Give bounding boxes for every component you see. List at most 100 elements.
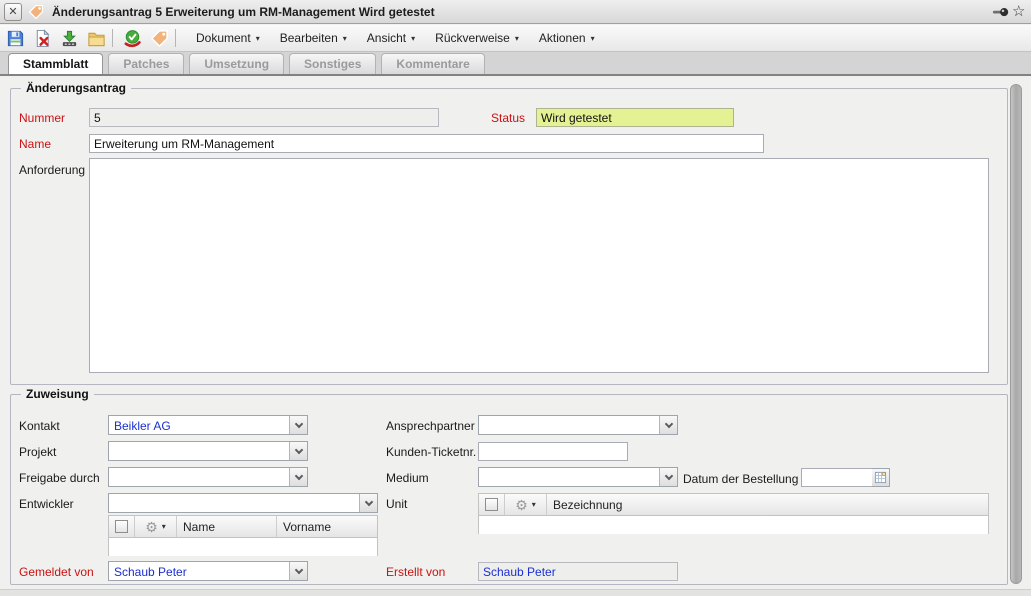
pin-icon[interactable] <box>992 4 1010 20</box>
kontakt-label: Kontakt <box>19 419 60 433</box>
table-row[interactable] <box>109 538 377 556</box>
chevron-down-icon[interactable] <box>659 416 677 434</box>
tab-umsetzung[interactable]: Umsetzung <box>189 53 284 74</box>
tab-sonstiges[interactable]: Sonstiges <box>289 53 376 74</box>
select-all-checkbox-cell[interactable] <box>479 494 505 515</box>
column-header-name[interactable]: Name <box>177 516 277 537</box>
freigabe-durch-label: Freigabe durch <box>19 471 100 485</box>
menu-bar: Dokument ▾ Bearbeiten ▾ Ansicht ▾ Rückve… <box>186 28 605 48</box>
menu-label: Bearbeiten <box>280 31 338 45</box>
kontakt-combo[interactable]: Beikler AG <box>108 415 308 435</box>
vertical-scrollbar[interactable] <box>1010 84 1022 584</box>
column-header-vorname[interactable]: Vorname <box>277 516 377 537</box>
datum-der-bestellung-field[interactable] <box>801 468 873 487</box>
open-folder-icon[interactable] <box>84 27 108 49</box>
entwickler-table-header: ⚙▾ Name Vorname <box>109 516 377 538</box>
freigabe-durch-combo[interactable] <box>108 467 308 487</box>
title-bar: ✕ Änderungsantrag 5 Erweiterung um RM-Ma… <box>0 0 1031 24</box>
datum-der-bestellung-label: Datum der Bestellung <box>683 472 798 486</box>
favorite-star-icon[interactable]: ☆ <box>1012 2 1025 20</box>
approve-icon[interactable] <box>120 27 144 49</box>
status-label: Status <box>491 111 525 125</box>
entwickler-label: Entwickler <box>19 497 74 511</box>
tag-icon[interactable] <box>147 27 171 49</box>
ansprechpartner-label: Ansprechpartner <box>386 419 475 433</box>
nummer-label: Nummer <box>19 111 65 125</box>
chevron-down-icon[interactable] <box>289 416 307 434</box>
chevron-down-icon: ▾ <box>411 34 415 43</box>
menu-bearbeiten[interactable]: Bearbeiten ▾ <box>270 28 357 48</box>
menu-label: Ansicht <box>367 31 406 45</box>
anforderung-field[interactable] <box>89 158 989 373</box>
application-window: ✕ Änderungsantrag 5 Erweiterung um RM-Ma… <box>0 0 1031 596</box>
chevron-down-icon[interactable] <box>359 494 377 512</box>
kontakt-value: Beikler AG <box>114 419 287 433</box>
entwickler-combo[interactable] <box>108 493 378 513</box>
chevron-down-icon[interactable] <box>289 442 307 460</box>
select-all-checkbox-cell[interactable] <box>109 516 135 537</box>
name-field[interactable] <box>89 134 764 153</box>
chevron-down-icon: ▾ <box>256 34 260 43</box>
table-actions-cell[interactable]: ⚙▾ <box>505 494 547 515</box>
unit-label: Unit <box>386 497 407 511</box>
medium-label: Medium <box>386 471 429 485</box>
chevron-down-icon[interactable] <box>659 468 677 486</box>
projekt-combo[interactable] <box>108 441 308 461</box>
chevron-down-icon: ▾ <box>591 34 595 43</box>
menu-aktionen[interactable]: Aktionen ▾ <box>529 28 605 48</box>
chevron-down-icon: ▾ <box>532 500 536 509</box>
gemeldet-von-combo[interactable]: Schaub Peter <box>108 561 308 581</box>
form-content: Änderungsantrag Nummer Status Name Anfor… <box>0 76 1031 596</box>
fieldset-legend: Zuweisung <box>21 387 94 401</box>
unit-table: ⚙▾ Bezeichnung <box>478 493 989 534</box>
delete-document-icon[interactable] <box>30 27 54 49</box>
unit-table-header: ⚙▾ Bezeichnung <box>479 494 988 516</box>
medium-combo[interactable] <box>478 467 678 487</box>
import-icon[interactable] <box>57 27 81 49</box>
chevron-down-icon: ▾ <box>343 34 347 43</box>
entwickler-table: ⚙▾ Name Vorname <box>108 515 378 556</box>
close-icon[interactable]: ✕ <box>4 3 22 21</box>
toolbar: Dokument ▾ Bearbeiten ▾ Ansicht ▾ Rückve… <box>0 25 1031 52</box>
fieldset-legend: Änderungsantrag <box>21 81 131 95</box>
chevron-down-icon: ▾ <box>515 34 519 43</box>
gemeldet-von-label: Gemeldet von <box>19 565 94 579</box>
checkbox[interactable] <box>485 498 498 511</box>
calendar-picker-icon[interactable] <box>872 468 890 487</box>
chevron-down-icon[interactable] <box>289 468 307 486</box>
table-actions-cell[interactable]: ⚙▾ <box>135 516 177 537</box>
gear-icon[interactable]: ⚙ <box>515 498 528 512</box>
gear-icon[interactable]: ⚙ <box>145 520 158 534</box>
menu-label: Aktionen <box>539 31 586 45</box>
window-bottom-edge <box>0 589 1031 596</box>
chevron-down-icon[interactable] <box>289 562 307 580</box>
fieldset-aenderungsantrag: Änderungsantrag Nummer Status Name Anfor… <box>10 88 1008 385</box>
ansprechpartner-combo[interactable] <box>478 415 678 435</box>
table-row[interactable] <box>479 516 988 534</box>
toolbar-separator <box>112 29 113 47</box>
anforderung-label: Anforderung <box>19 163 85 177</box>
status-field[interactable] <box>536 108 734 127</box>
menu-dokument[interactable]: Dokument ▾ <box>186 28 270 48</box>
tab-kommentare[interactable]: Kommentare <box>381 53 484 74</box>
tab-patches[interactable]: Patches <box>108 53 184 74</box>
kunden-ticketnr-label: Kunden-Ticketnr. <box>386 445 476 459</box>
erstellt-von-label: Erstellt von <box>386 565 445 579</box>
menu-ansicht[interactable]: Ansicht ▾ <box>357 28 425 48</box>
nummer-field[interactable] <box>89 108 439 127</box>
fieldset-zuweisung: Zuweisung Kontakt Beikler AG Projekt Fre… <box>10 394 1008 585</box>
kunden-ticketnr-field[interactable] <box>478 442 628 461</box>
toolbar-separator <box>175 29 176 47</box>
erstellt-von-field[interactable] <box>478 562 678 581</box>
column-header-bezeichnung[interactable]: Bezeichnung <box>547 494 988 515</box>
window-title: Änderungsantrag 5 Erweiterung um RM-Mana… <box>52 5 435 19</box>
tag-icon <box>28 4 44 20</box>
projekt-label: Projekt <box>19 445 56 459</box>
menu-rueckverweise[interactable]: Rückverweise ▾ <box>425 28 529 48</box>
save-icon[interactable] <box>3 27 27 49</box>
checkbox[interactable] <box>115 520 128 533</box>
name-label: Name <box>19 137 51 151</box>
chevron-down-icon: ▾ <box>162 522 166 531</box>
gemeldet-von-value: Schaub Peter <box>114 565 287 579</box>
tab-stammblatt[interactable]: Stammblatt <box>8 53 103 74</box>
